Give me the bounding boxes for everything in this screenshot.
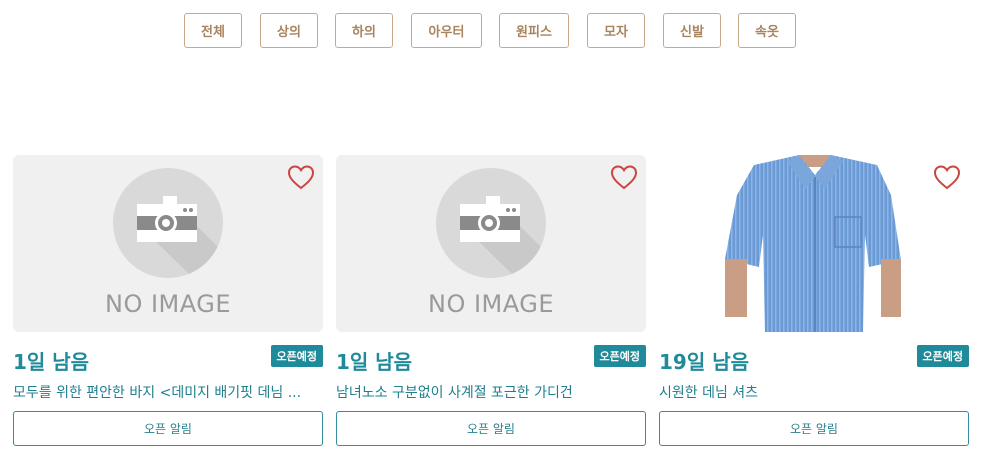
heart-icon[interactable] (287, 164, 315, 190)
product-thumbnail[interactable] (659, 155, 969, 332)
no-image-label: NO IMAGE (104, 290, 231, 318)
category-bottoms-button[interactable]: 하의 (335, 13, 393, 48)
product-title[interactable]: 시원한 데님 셔츠 (659, 382, 969, 402)
days-left: 1일 남음 (336, 350, 413, 374)
heart-icon[interactable] (610, 164, 638, 190)
status-badge: 오픈예정 (593, 345, 646, 367)
product-title[interactable]: 모두를 위한 편안한 바지 <데미지 배기핏 데님 ... (13, 382, 323, 402)
category-underwear-button[interactable]: 속옷 (738, 13, 796, 48)
product-card: 19일 남음 오픈예정 시원한 데님 셔츠 오픈 알림 (659, 155, 969, 446)
open-notify-button[interactable]: 오픈 알림 (659, 411, 969, 446)
category-hats-button[interactable]: 모자 (587, 13, 645, 48)
category-all-button[interactable]: 전체 (184, 13, 242, 48)
category-shoes-button[interactable]: 신발 (663, 13, 721, 48)
product-thumbnail[interactable]: NO IMAGE (13, 155, 323, 332)
open-notify-button[interactable]: 오픈 알림 (336, 411, 646, 446)
category-onepiece-button[interactable]: 원피스 (499, 13, 569, 48)
product-card: NO IMAGE 1일 남음 오픈예정 모두를 위한 편안한 바지 <데미지 배… (13, 155, 323, 446)
open-notify-button[interactable]: 오픈 알림 (13, 411, 323, 446)
product-thumbnail[interactable]: NO IMAGE (336, 155, 646, 332)
product-title[interactable]: 남녀노소 구분없이 사계절 포근한 가디건 (336, 382, 646, 402)
days-left: 19일 남음 (659, 350, 749, 374)
heart-icon[interactable] (933, 164, 961, 190)
status-badge: 오픈예정 (916, 345, 969, 367)
camera-placeholder-icon (436, 168, 546, 278)
denim-shirt-photo (725, 155, 901, 332)
status-badge: 오픈예정 (270, 345, 323, 367)
days-left: 1일 남음 (13, 350, 90, 374)
no-image-label: NO IMAGE (427, 290, 554, 318)
category-tops-button[interactable]: 상의 (260, 13, 318, 48)
category-outer-button[interactable]: 아우터 (411, 13, 482, 48)
camera-placeholder-icon (113, 168, 223, 278)
category-filter-bar: 전체 상의 하의 아우터 원피스 모자 신발 속옷 (0, 13, 994, 48)
product-card: NO IMAGE 1일 남음 오픈예정 남녀노소 구분없이 사계절 포근한 가디… (336, 155, 646, 446)
